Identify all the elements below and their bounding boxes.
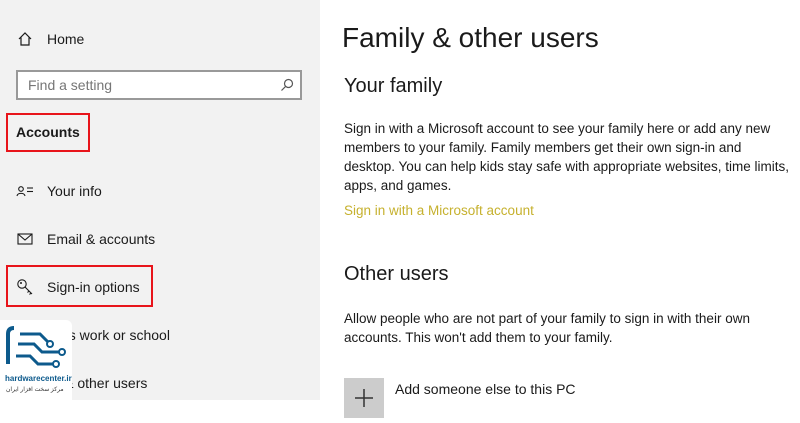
add-someone-label[interactable]: Add someone else to this PC (395, 381, 576, 397)
search-box[interactable] (16, 70, 302, 100)
sign-in-microsoft-account-link[interactable]: Sign in with a Microsoft account (344, 203, 534, 218)
sidebar-item-label: Your info (47, 183, 102, 199)
logo-tagline: مرکز سخت افزار ایران (6, 387, 64, 393)
your-family-description: Sign in with a Microsoft account to see … (344, 121, 789, 193)
other-users-description: Allow people who are not part of your fa… (344, 311, 750, 345)
contact-card-icon (16, 182, 34, 200)
main-content: Family & other users Your family Sign in… (320, 0, 800, 418)
home-nav-item[interactable]: Home (0, 19, 320, 59)
section-heading-accounts: Accounts (16, 124, 80, 140)
sidebar-item-label: Email & accounts (47, 231, 156, 247)
mail-icon (16, 230, 34, 248)
key-icon (16, 278, 34, 296)
sidebar-item-email-accounts[interactable]: Email & accounts (0, 219, 320, 259)
plus-icon (355, 389, 373, 407)
home-icon (16, 30, 34, 48)
add-user-button[interactable] (344, 378, 384, 418)
sidebar-item-label: Sign-in options (47, 279, 140, 295)
sidebar-item-sign-in-options[interactable]: Sign-in options (0, 267, 320, 307)
search-input[interactable] (28, 76, 268, 94)
sidebar-item-your-info[interactable]: Your info (0, 171, 320, 211)
circuit-logo-icon (6, 326, 66, 368)
hardwarecenter-logo: hardwarecenter.ir مرکز سخت افزار ایران (0, 320, 72, 400)
home-label: Home (47, 31, 85, 47)
your-family-heading: Your family (344, 75, 443, 97)
other-users-heading: Other users (344, 263, 449, 285)
page-title: Family & other users (342, 22, 599, 53)
settings-sidebar: Home Accounts Your info Email & accounts… (0, 0, 320, 400)
logo-brand-text: hardwarecenter.ir (5, 374, 72, 383)
search-icon[interactable] (280, 78, 294, 97)
